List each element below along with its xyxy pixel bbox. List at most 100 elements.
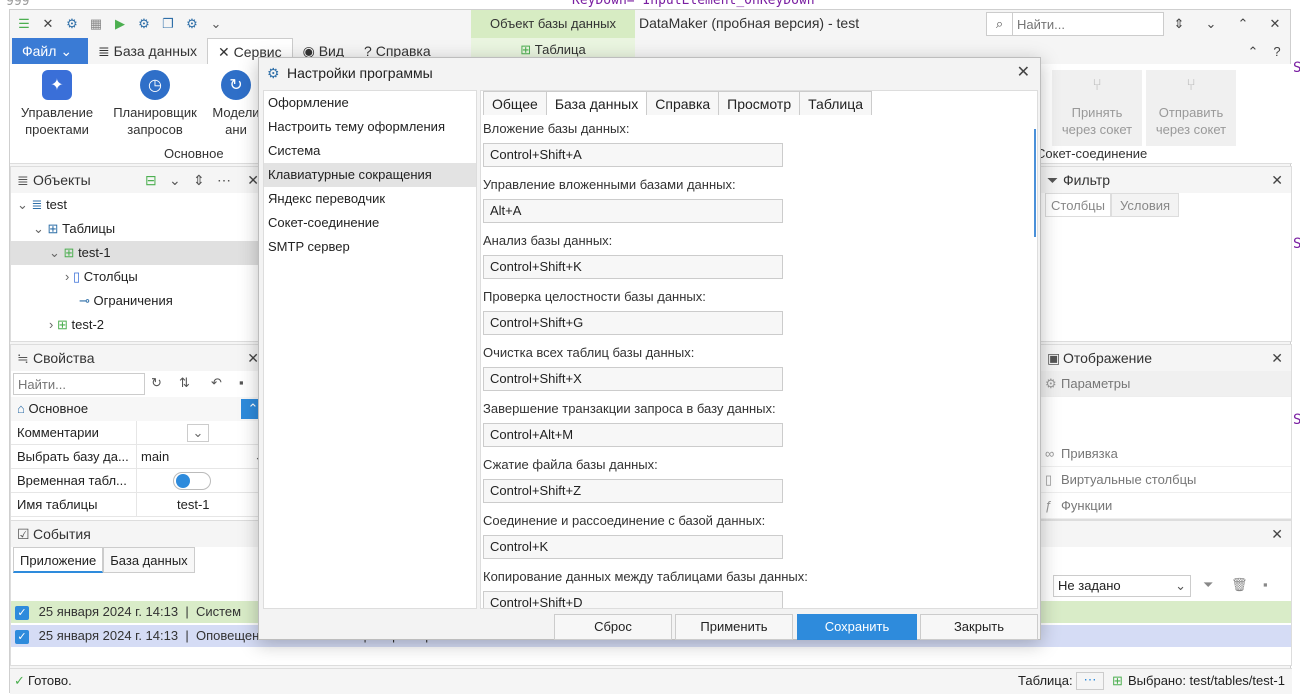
shortcut-field[interactable]: Control+Shift+K [483, 255, 783, 279]
grid-icon[interactable]: ▦ [86, 14, 106, 34]
shortcut-item: Соединение и рассоединение с базой данны… [483, 513, 1023, 569]
app-menu-icon[interactable]: ☰ [14, 14, 34, 34]
settings-icon[interactable]: ⚙ [182, 14, 202, 34]
tab-view[interactable]: Просмотр [718, 91, 801, 115]
shortcut-field[interactable]: Control+Shift+G [483, 311, 783, 335]
comments-dropdown[interactable]: ⌄ [187, 424, 209, 442]
undo-icon[interactable]: ↶ [211, 375, 222, 391]
category-item[interactable]: Оформление [264, 91, 476, 115]
tab-table[interactable]: Таблица [799, 91, 873, 115]
tab-help[interactable]: Справка [646, 91, 720, 115]
code-fragment: KeyDown="InputElement_OnKeyDown" [572, 0, 823, 8]
tab-columns[interactable]: Столбцы [1045, 193, 1111, 217]
shortcut-field[interactable]: Control+Alt+M [483, 423, 783, 447]
apply-button[interactable]: Применить [675, 614, 793, 640]
category-item[interactable]: Сокет-соединение [264, 211, 476, 235]
events-filter-select[interactable]: Не задано ⌄ [1053, 575, 1191, 597]
tools-icon[interactable]: ✕ [38, 14, 58, 34]
tools-icon: ✕ [218, 44, 230, 60]
tab-database[interactable]: База данных [103, 547, 195, 573]
code-letter: S [1293, 412, 1300, 428]
tree-item[interactable]: › ⊞ test-2 [11, 313, 267, 337]
properties-section[interactable]: ⌂ Основное ⌃ [11, 397, 267, 421]
filter-icon[interactable]: ⏷ [1203, 577, 1213, 593]
objects-panel: ≣ Объекты ⊟ ⌄ ⇕ ⋯ ✕ ⌄ ≣ test ⌄ ⊞ Таблицы… [10, 166, 268, 342]
sort-icon[interactable]: ⇅ [179, 375, 190, 391]
shortcut-field[interactable]: Control+Shift+A [483, 143, 783, 167]
updown-icon[interactable]: ⇕ [1168, 14, 1190, 34]
tree-item[interactable]: ⌄ ⊞ test-1 [11, 241, 267, 265]
settings-categories: Оформление Настроить тему оформления Сис… [263, 90, 477, 609]
shortcut-field[interactable]: Control+K [483, 535, 783, 559]
tree-item[interactable]: ⌄ ⊞ Таблицы [11, 217, 267, 241]
play-icon[interactable]: ▶ [110, 14, 130, 34]
shortcut-field[interactable]: Control+Shift+Z [483, 479, 783, 503]
collapse-ribbon-icon[interactable]: ⌃ [1242, 42, 1264, 62]
search-icon[interactable]: ⌕ [987, 13, 1013, 35]
updown-icon[interactable]: ⇕ [193, 167, 205, 193]
shortcut-field[interactable]: Control+Shift+D [483, 591, 783, 608]
tree-item[interactable]: ⌄ ≣ test [11, 193, 267, 217]
copy-icon[interactable]: ❐ [158, 14, 178, 34]
category-item[interactable]: Клавиатурные сокращения [264, 163, 476, 187]
display-item-binding[interactable]: ∞ Привязка [1041, 441, 1291, 467]
tree-item[interactable]: › ▯ Столбцы [11, 265, 267, 289]
properties-search-input[interactable] [13, 373, 145, 395]
database-icon: ≣ [17, 172, 29, 188]
shortcut-field[interactable]: Control+Shift+X [483, 367, 783, 391]
window-search-input[interactable] [1017, 15, 1157, 33]
refresh-icon[interactable]: ↻ [151, 375, 162, 391]
display-item-virtual-columns[interactable]: ▯ Виртуальные столбцы [1041, 467, 1291, 493]
category-item[interactable]: SMTP сервер [264, 235, 476, 259]
category-item[interactable]: Настроить тему оформления [264, 115, 476, 139]
save-button[interactable]: Сохранить [797, 614, 917, 640]
display-item-functions[interactable]: ƒ Функции [1041, 493, 1291, 519]
project-management-button[interactable]: ✦ Управление проектами [12, 70, 102, 138]
gear-icon[interactable]: ⚙ [134, 14, 154, 34]
gear-icon[interactable]: ⚙ [62, 14, 82, 34]
tab-database[interactable]: ≣ База данных [88, 38, 207, 64]
table-icon: ⊞ [520, 42, 532, 57]
query-scheduler-button[interactable]: ◷ Планировщик запросов [110, 70, 200, 138]
chevron-down-icon[interactable]: ⌄ [169, 167, 181, 193]
tree-icon[interactable]: ⊟ [145, 167, 157, 193]
delete-icon[interactable]: 🗑 [1231, 577, 1248, 593]
category-item[interactable]: Система [264, 139, 476, 163]
temporary-table-toggle[interactable] [173, 472, 211, 490]
tab-database[interactable]: База данных [545, 91, 648, 115]
tab-general[interactable]: Общее [483, 91, 547, 115]
save-icon[interactable]: ▪ [1263, 577, 1268, 592]
close-button[interactable]: Закрыть [920, 614, 1038, 640]
scrollbar[interactable] [1034, 129, 1036, 237]
category-item[interactable]: Яндекс переводчик [264, 187, 476, 211]
maximize-chevron-icon[interactable]: ⌃ [1232, 14, 1254, 34]
display-item-parameters[interactable]: ⚙ Параметры [1041, 371, 1291, 397]
filter-tabs: Столбцы Условия [1041, 193, 1291, 217]
more-icon[interactable]: ⋯ [217, 167, 231, 193]
tree-item[interactable]: ⊸ Ограничения [11, 289, 267, 313]
more-icon[interactable]: ⋯ [1076, 672, 1104, 690]
shortcut-field[interactable]: Alt+A [483, 199, 783, 223]
chevron-down-icon[interactable]: ⌄ [206, 14, 226, 34]
tab-file[interactable]: Файл ⌄ [12, 38, 88, 64]
tab-conditions[interactable]: Условия [1110, 193, 1180, 217]
minimize-chevron-icon[interactable]: ⌄ [1200, 14, 1222, 34]
function-icon: ƒ [1045, 498, 1053, 513]
save-icon[interactable]: ▪ [239, 375, 244, 390]
tab-application[interactable]: Приложение [13, 547, 104, 573]
window-search[interactable]: ⌕ [986, 12, 1164, 36]
models-button[interactable]: ↻ Модели ани [206, 70, 266, 138]
close-icon[interactable]: ✕ [1017, 58, 1030, 88]
checkbox[interactable]: ✓ [15, 605, 29, 620]
close-icon[interactable]: ✕ [1271, 167, 1283, 193]
reset-button[interactable]: Сброс [554, 614, 672, 640]
accept-socket-button[interactable]: ⑂ Принять через сокет [1052, 70, 1142, 146]
database-select[interactable]: main⌄ [137, 445, 267, 468]
close-icon[interactable]: ✕ [1271, 345, 1283, 371]
checkbox[interactable]: ✓ [15, 629, 29, 644]
close-icon[interactable]: ✕ [1271, 521, 1283, 547]
objects-panel-title: Объекты [33, 172, 91, 188]
help-icon[interactable]: ? [1266, 42, 1288, 62]
send-socket-button[interactable]: ⑂ Отправить через сокет [1146, 70, 1236, 146]
window-close-icon[interactable]: ✕ [1264, 14, 1286, 34]
